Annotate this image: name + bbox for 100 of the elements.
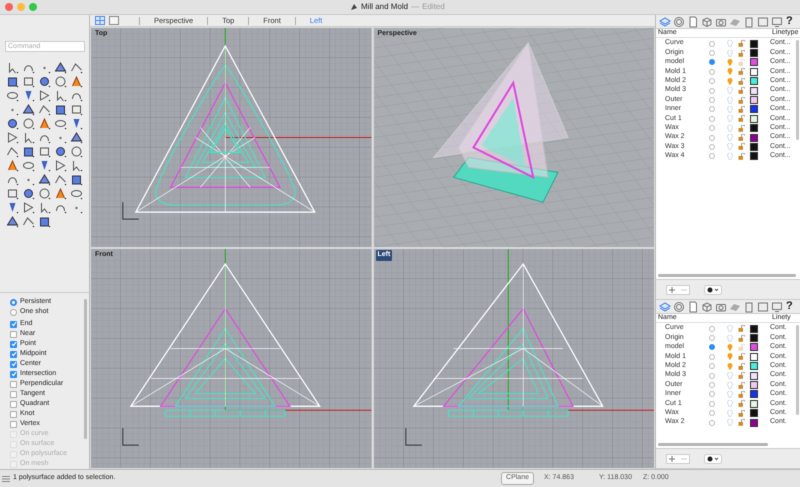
tool-icon[interactable]	[37, 173, 52, 186]
current-layer-radio[interactable]	[709, 125, 715, 132]
tool-icon[interactable]	[69, 103, 84, 116]
layer-color-swatch[interactable]	[750, 49, 758, 58]
four-viewports-icon[interactable]	[95, 16, 105, 25]
target-icon[interactable]	[673, 300, 685, 312]
cube-icon[interactable]	[701, 16, 713, 28]
padlock-icon[interactable]	[738, 152, 745, 160]
current-layer-radio[interactable]	[709, 400, 715, 407]
lightbulb-icon[interactable]	[727, 68, 733, 76]
layer-color-swatch[interactable]	[750, 96, 758, 104]
help-button[interactable]: ?	[786, 301, 793, 312]
tool-icon[interactable]	[37, 75, 52, 88]
tool-icon[interactable]	[21, 145, 36, 158]
add-remove-buttons-icon[interactable]	[666, 284, 690, 294]
checkbox[interactable]	[10, 410, 17, 418]
current-layer-radio[interactable]	[709, 335, 715, 342]
padlock-icon[interactable]	[738, 334, 745, 342]
padlock-icon[interactable]	[738, 40, 745, 48]
tool-icon[interactable]	[53, 159, 68, 172]
tool-icon[interactable]	[53, 187, 68, 200]
tool-icon[interactable]	[53, 117, 68, 130]
tool-icon[interactable]	[37, 187, 52, 200]
current-layer-radio[interactable]	[709, 382, 715, 388]
current-layer-radio[interactable]	[709, 40, 715, 47]
tool-icon[interactable]	[53, 103, 68, 116]
scrollbar[interactable]	[84, 299, 87, 439]
checkbox[interactable]	[10, 390, 17, 398]
current-layer-radio[interactable]	[709, 50, 715, 56]
padlock-icon[interactable]	[738, 372, 745, 380]
tool-icon[interactable]	[5, 187, 20, 200]
monitor-icon[interactable]	[771, 16, 783, 28]
layer-color-swatch[interactable]	[750, 68, 758, 76]
tool-icon[interactable]	[21, 201, 36, 214]
layer-color-swatch[interactable]	[750, 334, 758, 342]
tool-icon[interactable]	[37, 117, 52, 130]
padlock-icon[interactable]	[738, 106, 745, 113]
scrollbar[interactable]	[796, 325, 799, 415]
padlock-icon[interactable]	[738, 50, 745, 57]
checkbox[interactable]	[10, 380, 17, 388]
lightbulb-icon[interactable]	[727, 58, 733, 66]
layer-color-swatch[interactable]	[750, 105, 758, 114]
padlock-icon[interactable]	[738, 410, 745, 417]
checkbox[interactable]	[10, 330, 17, 338]
padlock-icon[interactable]	[738, 134, 745, 142]
tool-icon[interactable]	[21, 75, 36, 88]
padlock-icon[interactable]	[738, 87, 745, 94]
layer-color-swatch[interactable]	[750, 142, 758, 151]
monitor-icon[interactable]	[771, 300, 783, 312]
tool-icon[interactable]	[5, 75, 20, 88]
layer-color-swatch[interactable]	[750, 114, 758, 123]
current-layer-radio[interactable]	[709, 97, 715, 104]
padlock-icon[interactable]	[738, 362, 745, 370]
current-layer-radio[interactable]	[709, 78, 715, 84]
layer-color-swatch[interactable]	[750, 152, 758, 160]
add-remove-buttons-icon[interactable]	[666, 454, 690, 464]
padlock-icon[interactable]	[738, 353, 745, 360]
padlock-icon[interactable]	[738, 124, 745, 132]
tool-icon[interactable]	[69, 61, 84, 74]
layer-color-swatch[interactable]	[750, 86, 758, 95]
target-icon[interactable]	[673, 16, 685, 28]
settings-menu-icon[interactable]	[704, 284, 722, 294]
layer-color-swatch[interactable]	[750, 409, 758, 418]
padlock-icon[interactable]	[738, 325, 745, 332]
padlock-icon[interactable]	[738, 96, 745, 104]
tool-icon[interactable]	[53, 75, 68, 88]
checkbox[interactable]	[10, 420, 17, 428]
current-layer-radio[interactable]	[709, 153, 715, 160]
scrollbar[interactable]	[658, 274, 796, 277]
checkbox[interactable]	[10, 400, 17, 408]
tool-icon[interactable]	[53, 145, 68, 158]
layer-color-swatch[interactable]	[750, 381, 758, 390]
tool-icon[interactable]	[69, 131, 84, 144]
sidebar-toggle-icon[interactable]	[2, 474, 10, 482]
page-icon[interactable]	[687, 300, 699, 312]
layer-color-swatch[interactable]	[750, 124, 758, 132]
padlock-icon[interactable]	[738, 115, 745, 122]
tool-icon[interactable]	[69, 173, 84, 186]
page-icon[interactable]	[687, 16, 699, 28]
tool-icon[interactable]	[37, 145, 52, 158]
frame-icon[interactable]	[757, 16, 769, 28]
current-layer-radio[interactable]	[709, 363, 715, 370]
layer-color-swatch[interactable]	[750, 352, 758, 361]
tool-icon[interactable]	[5, 159, 20, 172]
tool-icon[interactable]	[21, 159, 36, 172]
layer-color-swatch[interactable]	[750, 418, 758, 427]
tool-icon[interactable]	[5, 215, 20, 228]
tool-icon[interactable]	[53, 173, 68, 186]
settings-menu-icon[interactable]	[704, 454, 722, 464]
tool-icon[interactable]	[5, 117, 20, 130]
layer-color-swatch[interactable]	[750, 390, 758, 398]
lightbulb-icon[interactable]	[727, 362, 733, 370]
layer-color-swatch[interactable]	[750, 77, 758, 86]
current-layer-radio[interactable]	[709, 116, 715, 122]
layer-color-swatch[interactable]	[750, 362, 758, 370]
current-layer-radio[interactable]	[709, 344, 715, 350]
current-layer-radio[interactable]	[709, 326, 715, 332]
lightbulb-icon[interactable]	[727, 78, 733, 85]
tool-icon[interactable]	[21, 117, 36, 130]
tool-icon[interactable]	[37, 89, 52, 102]
